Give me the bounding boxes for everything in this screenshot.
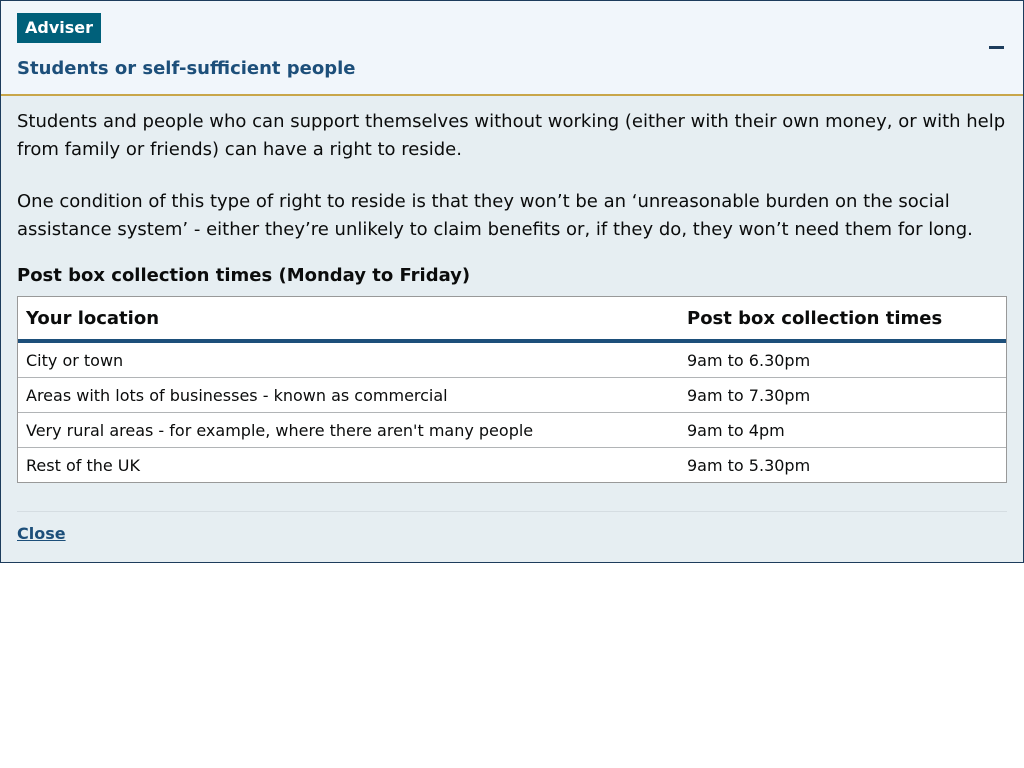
table-row: Very rural areas - for example, where th… [18, 412, 1006, 448]
table-row: Rest of the UK 9am to 5.30pm [18, 448, 1006, 483]
adviser-tag: Adviser [17, 13, 102, 43]
panel-header[interactable]: Adviser Students or self-sufficient peop… [1, 1, 1023, 96]
times-cell: 9am to 4pm [679, 412, 1006, 448]
times-cell: 9am to 5.30pm [687, 455, 811, 475]
table-row: City or town 9am to 6.30pm [18, 341, 1006, 378]
divider [17, 511, 1007, 512]
collection-times-table: Your location Post box collection times … [17, 296, 1007, 483]
panel-title[interactable]: Students or self-sufficient people [17, 57, 356, 81]
times-cell: 9am to 7.30pm [679, 377, 1006, 413]
location-cell: Rest of the UK [26, 455, 140, 475]
table-header-row: Your location Post box collection times [18, 297, 1006, 343]
times-cell: 9am to 6.30pm [679, 341, 1006, 378]
adviser-panel: Adviser Students or self-sufficient peop… [0, 0, 1024, 563]
header-location: Your location [18, 297, 679, 343]
collapse-button[interactable] [989, 38, 1005, 58]
header-times: Post box collection times [679, 297, 1006, 343]
table-caption: Post box collection times (Monday to Fri… [17, 265, 471, 286]
panel-body: Students and people who can support them… [1, 96, 1023, 543]
location-cell: City or town [18, 341, 679, 378]
location-cell: Very rural areas - for example, where th… [18, 412, 679, 448]
close-link[interactable]: Close [17, 524, 66, 543]
location-cell: Areas with lots of businesses - known as… [18, 377, 679, 413]
minus-icon [989, 46, 1004, 49]
condition-paragraph: One condition of this type of right to r… [17, 191, 973, 240]
intro-paragraph: Students and people who can support them… [17, 111, 1006, 160]
table-row: Areas with lots of businesses - known as… [18, 377, 1006, 413]
